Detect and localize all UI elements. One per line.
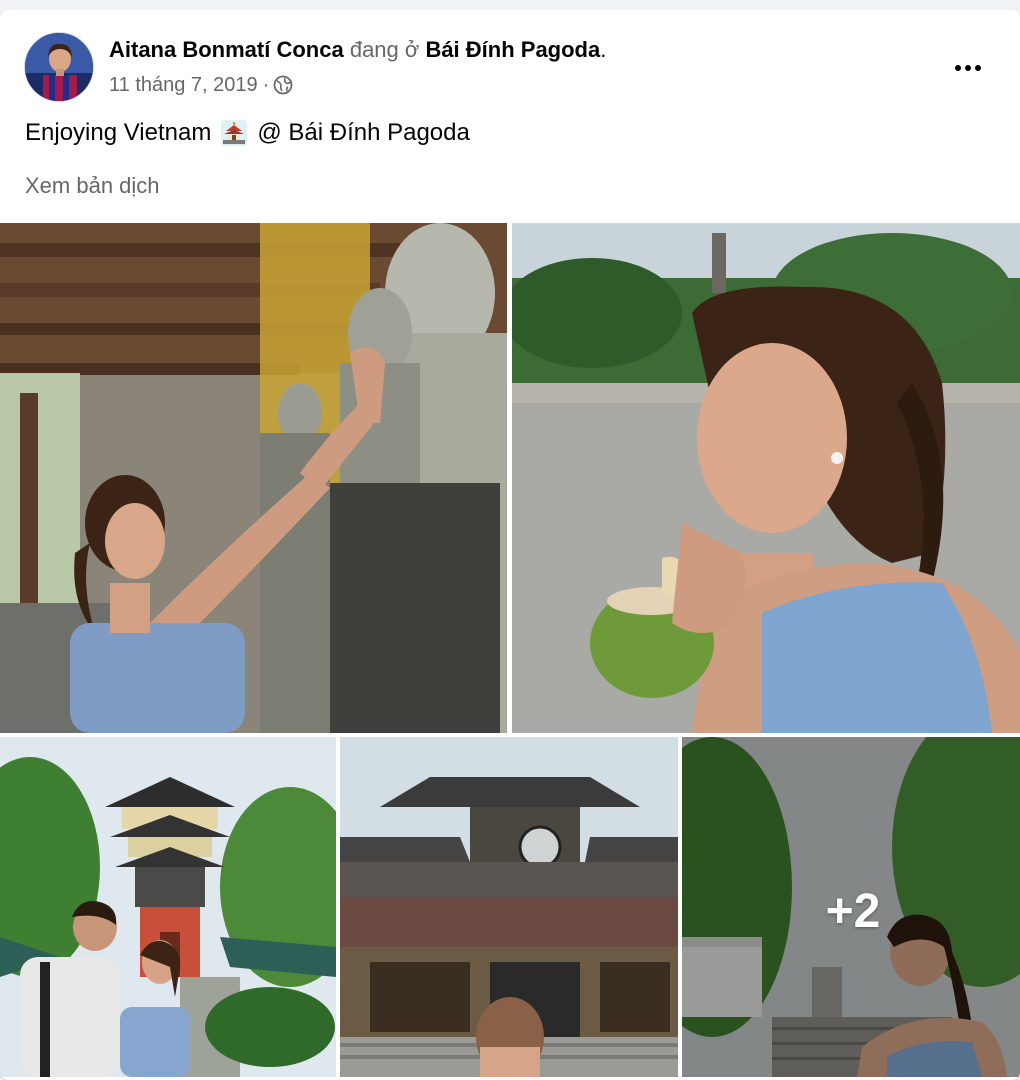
photo-stairway[interactable]: +2 <box>682 737 1020 1077</box>
more-photos-overlay[interactable]: +2 <box>682 737 1020 1077</box>
author-line: Aitana Bonmatí Conca đang ở Bái Đính Pag… <box>109 36 606 64</box>
place-suffix: . <box>600 37 607 62</box>
post-caption: Enjoying Vietnam @ Bái Đính Pagoda <box>25 117 470 149</box>
pagoda-emoji-icon <box>219 118 249 148</box>
caption-checkin: @ Bái Đính Pagoda <box>257 119 470 146</box>
post-date[interactable]: 11 tháng 7, 2019 <box>109 72 258 98</box>
meta-separator: · <box>262 74 270 96</box>
photo-coconut-drink[interactable] <box>512 223 1020 733</box>
post-card: Aitana Bonmatí Conca đang ở Bái Đính Pag… <box>0 10 1020 1080</box>
checkin-text: đang ở <box>349 37 420 62</box>
photo-bell-tower[interactable] <box>0 737 336 1077</box>
photo-temple-hall[interactable] <box>340 737 678 1077</box>
author-avatar[interactable] <box>24 32 94 102</box>
more-options-icon[interactable] <box>946 54 990 82</box>
photo-temple-statues[interactable] <box>0 223 507 733</box>
place-link[interactable]: Bái Đính Pagoda <box>425 37 600 62</box>
see-translation-link[interactable]: Xem bản dịch <box>25 172 160 200</box>
post-header: Aitana Bonmatí Conca đang ở Bái Đính Pag… <box>24 32 996 102</box>
globe-icon[interactable] <box>273 75 293 95</box>
author-name[interactable]: Aitana Bonmatí Conca <box>109 37 344 62</box>
caption-text: Enjoying Vietnam <box>25 119 212 146</box>
post-meta: 11 tháng 7, 2019 · <box>109 72 293 98</box>
more-photos-count: +2 <box>825 884 881 938</box>
